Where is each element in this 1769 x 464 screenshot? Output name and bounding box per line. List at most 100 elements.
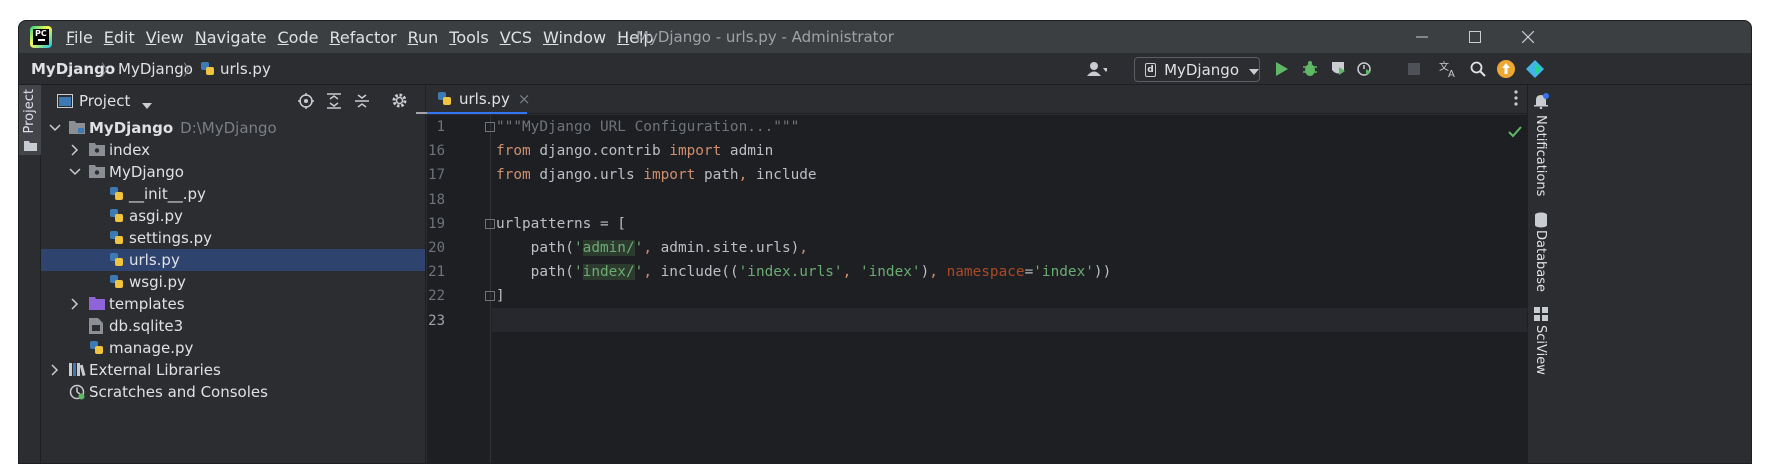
project-tool-label: Project [22,89,37,134]
navigation-bar: MyDjango 〉 MyDjango 〉 urls.py d MyDjango [19,53,1751,85]
chevron-right-icon[interactable] [49,364,61,376]
line-number: 19 [428,215,445,232]
tree-item-label: Scratches and Consoles [89,383,268,401]
chevron-right-icon[interactable] [69,144,81,156]
pycharm-logo-icon[interactable]: PC [30,26,52,48]
breadcrumb-package[interactable]: MyDjango [118,60,193,78]
notifications-tool-button[interactable]: Notifications [1533,115,1548,196]
code-token: 'index' [859,264,921,281]
line-number: 1 [436,119,445,135]
close-tab-icon[interactable]: × [518,90,531,108]
python-file-icon [200,61,216,77]
svg-text:A: A [1448,69,1455,78]
stop-icon[interactable] [1404,59,1424,79]
maximize-button[interactable] [1449,21,1501,53]
project-panel: Project MyDjango D:\MyDjango index MyDjango… [41,85,430,463]
editor-tab-bar: urls.py × [427,85,1527,114]
debug-icon[interactable] [1300,59,1320,79]
line-gutter: 1 16 17 18 19 20 21 22 23 [427,115,495,463]
chevron-down-icon[interactable] [69,166,81,178]
coverage-icon[interactable] [1328,59,1348,79]
tree-item-label: wsgi.py [129,273,186,291]
minimize-button[interactable] [1396,21,1448,53]
line-number: 20 [428,240,445,256]
more-options-icon[interactable] [1514,90,1518,110]
code-token: , [643,264,652,281]
package-folder-icon [89,142,105,158]
code-editor[interactable]: 1 16 17 18 19 20 21 22 23 """MyDjango URL Config… [427,115,1527,463]
run-icon[interactable] [1272,59,1292,79]
collapse-all-icon[interactable] [354,93,370,113]
notifications-bell-icon[interactable] [1533,93,1549,113]
tree-item[interactable]: asgi.py [41,205,425,227]
update-icon[interactable] [1496,59,1516,79]
code-token: , [799,240,808,256]
code-token: , [643,240,652,256]
user-account-icon[interactable] [1087,59,1107,79]
chevron-right-icon[interactable] [69,298,81,310]
tree-item[interactable]: db.sqlite3 [41,315,425,337]
code-token: """MyDjango URL Configuration...""" [496,119,800,135]
code-token: django.urls [530,167,644,184]
close-window-button[interactable] [1502,21,1554,53]
menu-code[interactable]: Code [278,28,326,47]
project-view-icon [57,94,73,112]
fold-marker-icon[interactable] [485,291,495,302]
database-icon[interactable] [1534,212,1548,232]
tree-item[interactable]: Scratches and Consoles [41,381,425,403]
tree-item[interactable]: urls.py [41,249,425,271]
breadcrumb-file[interactable]: urls.py [220,60,271,78]
expand-all-icon[interactable] [326,93,342,113]
run-configuration-dropdown[interactable]: d MyDjango [1134,57,1260,82]
code-token: urlpatterns = [ [496,215,626,232]
project-tool-window-button[interactable]: Project [19,85,41,155]
gear-icon[interactable] [391,92,408,113]
tree-item[interactable]: MyDjango [41,161,425,183]
code-token: namespace [946,264,1025,281]
python-file-icon [109,252,125,268]
code-line[interactable]: urlpatterns = [ [496,212,626,236]
menu-navigate[interactable]: Navigate [195,28,274,47]
fold-marker-icon[interactable] [485,218,495,229]
code-token: 'index.urls' [738,264,843,281]
menu-window[interactable]: Window [543,28,613,47]
locate-file-icon[interactable] [298,93,314,113]
tree-item[interactable]: settings.py [41,227,425,249]
code-token: django.contrib [530,143,670,160]
no-problems-check-icon[interactable] [1508,124,1522,142]
menu-file[interactable]: File [66,28,100,47]
tab-urls-py[interactable]: urls.py × [427,85,530,114]
tree-item[interactable]: External Libraries [41,359,425,381]
tree-item[interactable]: templates [41,293,425,315]
search-icon[interactable] [1468,59,1488,79]
code-line[interactable]: path('index/', include(('index.urls', 'i… [496,260,1111,284]
chevron-down-icon[interactable] [142,95,152,113]
menu-view[interactable]: View [146,28,191,47]
code-line[interactable]: ] [496,284,505,308]
tree-item[interactable]: MyDjango D:\MyDjango [41,117,425,139]
fold-marker-icon[interactable] [485,122,495,132]
code-token: from [496,143,531,160]
database-tool-button[interactable]: Database [1533,230,1548,292]
menu-run[interactable]: Run [408,28,446,47]
tree-item[interactable]: __init__.py [41,183,425,205]
code-line[interactable]: """MyDjango URL Configuration...""" [496,115,799,139]
tree-item[interactable]: wsgi.py [41,271,425,293]
translate-icon[interactable]: 文A [1439,59,1459,79]
project-panel-title[interactable]: Project [79,92,130,110]
menu-tools[interactable]: Tools [449,28,495,47]
sciview-icon[interactable] [1534,307,1548,325]
menu-edit[interactable]: Edit [104,28,142,47]
tree-item[interactable]: manage.py [41,337,425,359]
menu-refactor[interactable]: Refactor [329,28,403,47]
code-line[interactable]: path('admin/', admin.site.urls), [496,236,808,260]
code-line[interactable]: from django.contrib import admin [496,139,773,163]
sciview-tool-button[interactable]: SciView [1533,325,1548,375]
code-line[interactable]: from django.urls import path, include [496,163,817,187]
ai-assistant-icon[interactable] [1525,59,1545,79]
profile-icon[interactable] [1356,59,1376,79]
menu-vcs[interactable]: VCS [500,28,539,47]
tree-item[interactable]: index [41,139,425,161]
chevron-down-icon[interactable] [49,122,61,134]
